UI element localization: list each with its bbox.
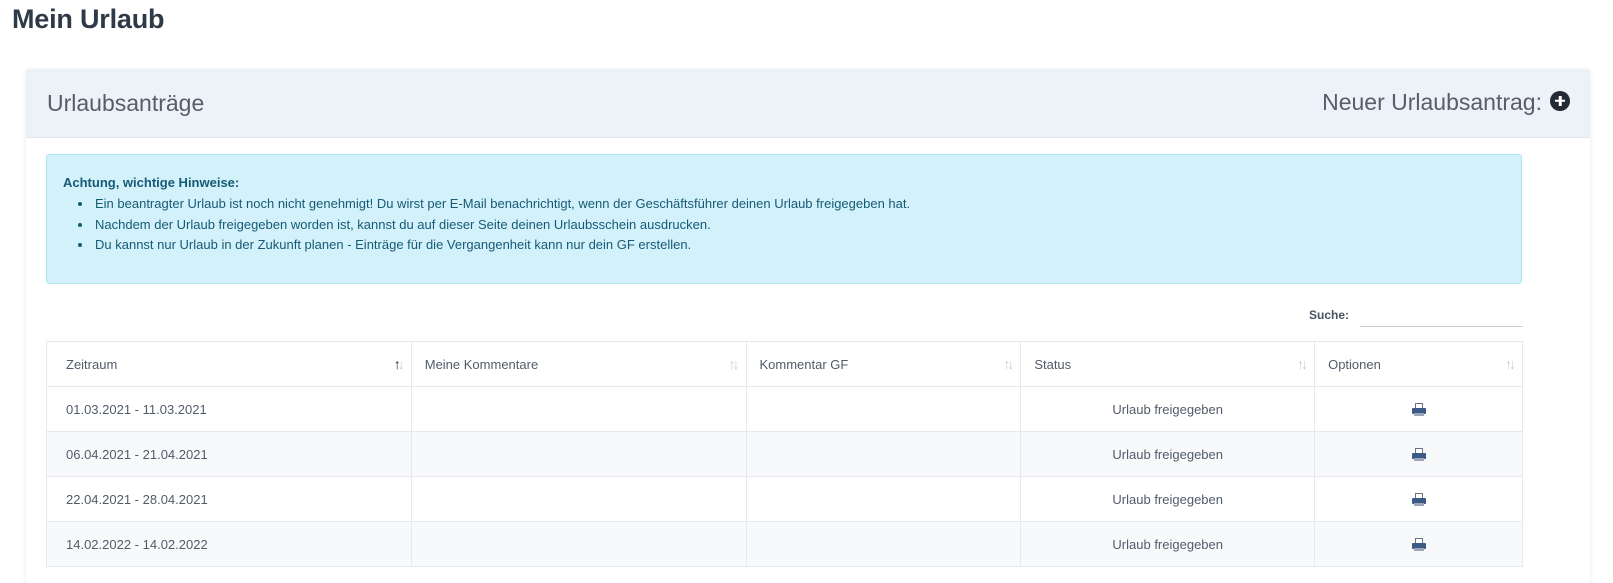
sort-icon: ↑↓ [1297, 356, 1308, 372]
column-header-meine-kommentare[interactable]: Meine Kommentare ↑↓ [410, 341, 747, 387]
print-icon[interactable] [1411, 447, 1427, 462]
table-row: 01.03.2021 - 11.03.2021 Urlaub freigegeb… [46, 386, 1523, 432]
column-label: Optionen [1328, 356, 1381, 372]
cell-optionen [1314, 431, 1523, 477]
cell-zeitraum: 22.04.2021 - 28.04.2021 [46, 476, 412, 522]
page-title: Mein Urlaub [12, 4, 165, 34]
cell-kommentar-gf [745, 431, 1022, 477]
alert-item: Nachdem der Urlaub freigegeben worden is… [93, 215, 910, 236]
sort-icon: ↑↓ [1505, 356, 1516, 372]
cell-optionen [1314, 386, 1523, 432]
column-label: Meine Kommentare [424, 356, 539, 372]
sort-icon: ↑↓ [393, 356, 405, 372]
cell-status: Urlaub freigegeben [1020, 386, 1316, 432]
print-icon[interactable] [1411, 492, 1427, 507]
print-icon[interactable] [1411, 537, 1427, 552]
cell-status: Urlaub freigegeben [1020, 476, 1316, 522]
vacation-requests-card: Urlaubsanträge Neuer Urlaubsantrag: Acht… [26, 69, 1590, 583]
cell-zeitraum: 01.03.2021 - 11.03.2021 [46, 386, 412, 432]
cell-zeitraum: 14.02.2022 - 14.02.2022 [46, 521, 412, 567]
column-header-status[interactable]: Status ↑↓ [1020, 341, 1316, 387]
column-label: Status [1034, 356, 1072, 372]
cell-kommentare [410, 431, 747, 477]
column-header-optionen[interactable]: Optionen ↑↓ [1314, 341, 1523, 387]
cell-kommentar-gf [745, 476, 1022, 522]
column-label: Kommentar GF [759, 356, 849, 372]
column-label: Zeitraum [66, 356, 118, 372]
table-row: 22.04.2021 - 28.04.2021 Urlaub freigegeb… [46, 476, 1523, 522]
cell-status: Urlaub freigegeben [1020, 431, 1316, 477]
search-label: Suche: [1309, 308, 1350, 322]
card-title: Urlaubsanträge [47, 90, 205, 116]
table-header-row: Zeitraum ↑↓ Meine Kommentare ↑↓ Kommentar … [46, 341, 1523, 387]
alert-title: Achtung, wichtige Hinweise: [63, 175, 240, 190]
cell-optionen [1314, 521, 1523, 567]
info-alert: Achtung, wichtige Hinweise: Ein beantrag… [46, 154, 1522, 284]
new-request-button[interactable]: Neuer Urlaubsantrag: [1322, 89, 1570, 116]
column-header-kommentar-gf[interactable]: Kommentar GF ↑↓ [745, 341, 1022, 387]
cell-kommentare [410, 386, 747, 432]
alert-item: Du kannst nur Urlaub in der Zukunft plan… [93, 235, 910, 256]
new-request-label: Neuer Urlaubsantrag: [1322, 89, 1542, 115]
search-input[interactable] [1360, 302, 1523, 327]
plus-circle-icon[interactable] [1550, 90, 1570, 111]
cell-zeitraum: 06.04.2021 - 21.04.2021 [46, 431, 412, 477]
cell-kommentare [410, 521, 747, 567]
print-icon[interactable] [1411, 402, 1427, 417]
cell-kommentare [410, 476, 747, 522]
table-row: 06.04.2021 - 21.04.2021 Urlaub freigegeb… [46, 431, 1523, 477]
vacation-table: Zeitraum ↑↓ Meine Kommentare ↑↓ Kommentar … [46, 341, 1523, 567]
sort-icon: ↑↓ [1003, 356, 1014, 372]
cell-kommentar-gf [745, 386, 1022, 432]
alert-item: Ein beantragter Urlaub ist noch nicht ge… [93, 194, 910, 215]
alert-list: Ein beantragter Urlaub ist noch nicht ge… [93, 194, 910, 256]
cell-kommentar-gf [745, 521, 1022, 567]
cell-status: Urlaub freigegeben [1020, 521, 1316, 567]
cell-optionen [1314, 476, 1523, 522]
table-row: 14.02.2022 - 14.02.2022 Urlaub freigegeb… [46, 521, 1523, 567]
column-header-zeitraum[interactable]: Zeitraum ↑↓ [46, 341, 412, 387]
card-header: Urlaubsanträge Neuer Urlaubsantrag: [26, 69, 1590, 138]
sort-icon: ↑↓ [728, 356, 740, 372]
